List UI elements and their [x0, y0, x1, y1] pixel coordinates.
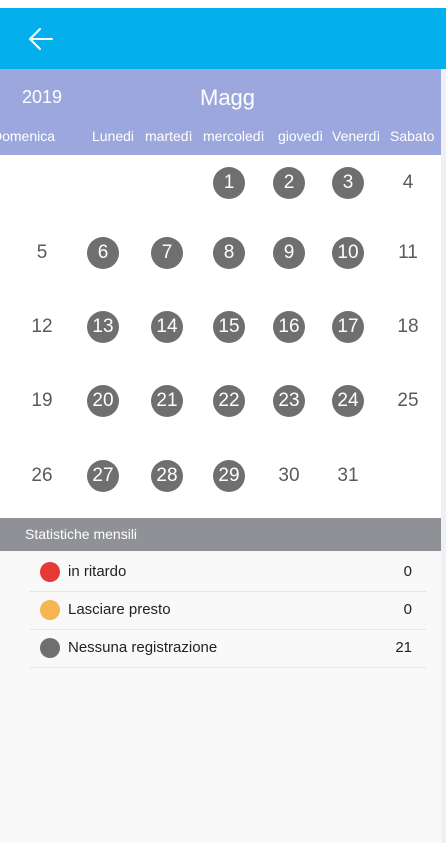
calendar-day-marked[interactable]: 22: [213, 385, 245, 417]
calendar-day-marked[interactable]: 7: [151, 237, 183, 269]
stat-row-no-record[interactable]: Nessuna registrazione 21: [30, 629, 426, 668]
calendar-day-marked[interactable]: 6: [87, 237, 119, 269]
stat-value: 21: [395, 639, 412, 656]
calendar-day-marked[interactable]: 17: [332, 311, 364, 343]
monthly-stats-header: Statistiche mensili: [0, 518, 446, 551]
calendar-day-marked[interactable]: 28: [151, 460, 183, 492]
no-record-status-dot-icon: [40, 638, 60, 658]
calendar-day[interactable]: 31: [332, 460, 364, 492]
early-leave-status-dot-icon: [40, 600, 60, 620]
month-header: 2019 Magg Domenica Lunedi martedì mercol…: [0, 69, 446, 155]
top-app-bar: [0, 8, 446, 69]
year-label[interactable]: 2019: [22, 87, 62, 108]
calendar-day[interactable]: 19: [26, 385, 58, 417]
calendar-day-marked[interactable]: 3: [332, 167, 364, 199]
calendar-day-marked[interactable]: 10: [332, 237, 364, 269]
arrow-left-icon: [29, 28, 53, 50]
calendar-day-marked[interactable]: 29: [213, 460, 245, 492]
late-status-dot-icon: [40, 562, 60, 582]
weekday-label: giovedì: [278, 128, 324, 144]
weekday-label: Sabato: [390, 128, 435, 144]
calendar-day-marked[interactable]: 24: [332, 385, 364, 417]
weekday-row: Domenica Lunedi martedì mercoledì gioved…: [0, 128, 446, 150]
month-label[interactable]: Magg: [200, 85, 255, 111]
scroll-edge: [441, 69, 446, 843]
calendar-day-marked[interactable]: 16: [273, 311, 305, 343]
stat-label: Lasciare presto: [68, 601, 171, 618]
stat-value: 0: [403, 563, 412, 580]
weekday-label: martedì: [145, 128, 193, 144]
monthly-stats-panel: in ritardo 0 Lasciare presto 0 Nessuna r…: [0, 551, 446, 843]
back-button[interactable]: [22, 22, 62, 56]
calendar-day[interactable]: 11: [392, 237, 424, 269]
calendar-day-marked[interactable]: 15: [213, 311, 245, 343]
calendar-day-marked[interactable]: 13: [87, 311, 119, 343]
calendar-day-marked[interactable]: 8: [213, 237, 245, 269]
calendar-day[interactable]: 30: [273, 460, 305, 492]
weekday-label: Venerdì: [332, 128, 381, 144]
status-bar: [0, 0, 446, 8]
calendar-day-marked[interactable]: 14: [151, 311, 183, 343]
weekday-label: Lunedi: [92, 128, 135, 144]
calendar-day-marked[interactable]: 1: [213, 167, 245, 199]
calendar-day[interactable]: 26: [26, 460, 58, 492]
calendar-day-marked[interactable]: 23: [273, 385, 305, 417]
calendar-day[interactable]: 5: [26, 237, 58, 269]
stat-row-early-leave[interactable]: Lasciare presto 0: [30, 591, 426, 630]
weekday-label: Domenica: [0, 128, 56, 144]
calendar-day[interactable]: 25: [392, 385, 424, 417]
calendar-day-marked[interactable]: 20: [87, 385, 119, 417]
calendar-day-marked[interactable]: 21: [151, 385, 183, 417]
monthly-stats-title: Statistiche mensili: [25, 526, 138, 542]
calendar-day-marked[interactable]: 2: [273, 167, 305, 199]
weekday-label: mercoledì: [203, 128, 265, 144]
calendar-day-marked[interactable]: 9: [273, 237, 305, 269]
calendar-day[interactable]: 12: [26, 311, 58, 343]
stat-value: 0: [403, 601, 412, 618]
stat-label: Nessuna registrazione: [68, 639, 218, 656]
calendar-day[interactable]: 4: [392, 167, 424, 199]
stat-label: in ritardo: [68, 563, 127, 580]
calendar-grid: 1 2 3 4 5 6 7 8 9 10 11 12 13 14 15 16 17 18 19 20 21 22 23 24 2…: [0, 155, 446, 517]
calendar-day[interactable]: 18: [392, 311, 424, 343]
stat-row-late[interactable]: in ritardo 0: [30, 553, 426, 592]
calendar-day-marked[interactable]: 27: [87, 460, 119, 492]
